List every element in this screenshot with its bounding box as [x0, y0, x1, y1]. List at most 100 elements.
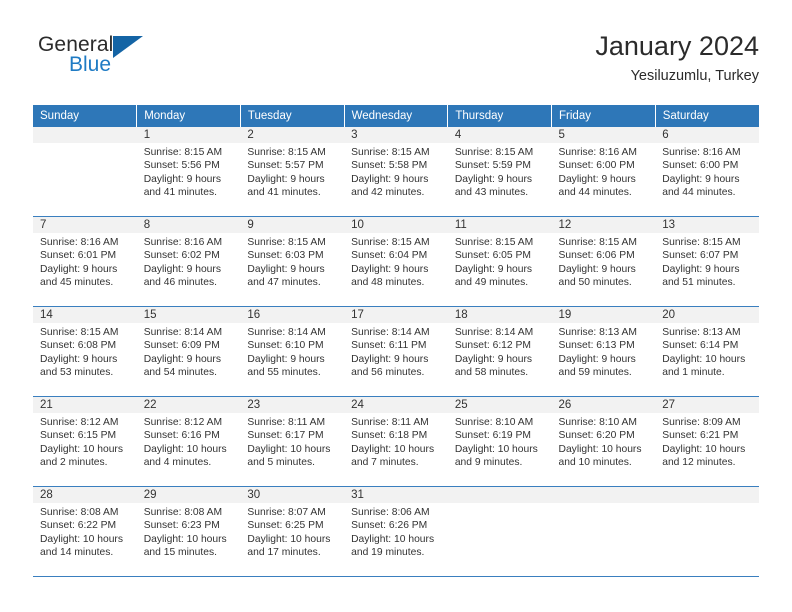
- calendar-day-cell[interactable]: 17 Sunrise: 8:14 AM Sunset: 6:11 PM Dayligh…: [344, 306, 448, 397]
- calendar-day-cell[interactable]: 21 Sunrise: 8:12 AM Sunset: 6:15 PM Dayligh…: [33, 396, 137, 487]
- daylight-duration-line1: Daylight: 9 hours: [558, 173, 636, 185]
- calendar-day-cell[interactable]: 1 Sunrise: 8:15 AM Sunset: 5:56 PM Daylight…: [136, 127, 241, 217]
- calendar-day-cell[interactable]: 5 Sunrise: 8:16 AM Sunset: 6:00 PM Daylight…: [551, 127, 656, 217]
- day-cell-content: 24 Sunrise: 8:11 AM Sunset: 6:18 PM Dayligh…: [344, 397, 448, 486]
- day-details: Sunrise: 8:07 AM Sunset: 6:25 PM Daylight:…: [240, 503, 344, 559]
- calendar-day-cell[interactable]: 7 Sunrise: 8:16 AM Sunset: 6:01 PM Daylight…: [33, 216, 137, 307]
- calendar-day-cell[interactable]: 11 Sunrise: 8:15 AM Sunset: 6:05 PM Dayligh…: [447, 216, 552, 307]
- calendar-day-cell[interactable]: 3 Sunrise: 8:15 AM Sunset: 5:58 PM Daylight…: [344, 127, 448, 217]
- calendar-day-cell[interactable]: 2 Sunrise: 8:15 AM Sunset: 5:57 PM Daylight…: [240, 127, 345, 217]
- triangle-logo-icon: [113, 36, 144, 58]
- sunrise-time: Sunrise: 8:12 AM: [143, 417, 223, 428]
- sunset-time: Sunset: 6:12 PM: [454, 340, 531, 352]
- sunrise-time: Sunrise: 8:12 AM: [40, 417, 119, 428]
- day-number: 11: [447, 217, 552, 233]
- day-number: 8: [136, 217, 241, 233]
- calendar-page: General Blue January 2024 Yesiluzumlu, T…: [0, 0, 792, 612]
- day-number: 22: [136, 397, 241, 413]
- daylight-duration-line2: and 45 minutes.: [40, 276, 114, 288]
- daylight-duration-line2: and 44 minutes.: [558, 186, 632, 198]
- calendar-day-cell[interactable]: 12 Sunrise: 8:15 AM Sunset: 6:06 PM Dayligh…: [551, 216, 656, 307]
- generalblue-logo[interactable]: General Blue: [38, 34, 238, 90]
- daylight-duration-line2: and 43 minutes.: [454, 186, 529, 198]
- calendar-day-cell[interactable]: 18 Sunrise: 8:14 AM Sunset: 6:12 PM Dayligh…: [447, 306, 552, 397]
- daylight-duration-line1: Daylight: 9 hours: [662, 173, 740, 185]
- sunrise-time: Sunrise: 8:15 AM: [351, 237, 430, 248]
- sunset-time: Sunset: 6:19 PM: [454, 430, 531, 442]
- calendar-day-cell[interactable]: 8 Sunrise: 8:16 AM Sunset: 6:02 PM Daylight…: [136, 216, 241, 307]
- daylight-duration-line2: and 9 minutes.: [454, 456, 523, 468]
- daylight-duration-line1: Daylight: 9 hours: [454, 353, 533, 365]
- sunrise-time: Sunrise: 8:15 AM: [662, 237, 741, 248]
- day-number: 5: [551, 127, 656, 143]
- calendar-day-cell[interactable]: 22 Sunrise: 8:12 AM Sunset: 6:16 PM Dayligh…: [136, 396, 241, 487]
- sunrise-time: Sunrise: 8:16 AM: [662, 147, 741, 158]
- sunset-time: Sunset: 6:00 PM: [558, 160, 635, 172]
- daylight-duration-line2: and 51 minutes.: [662, 276, 736, 288]
- calendar-day-cell[interactable]: 19 Sunrise: 8:13 AM Sunset: 6:13 PM Dayligh…: [551, 306, 656, 397]
- daylight-duration-line2: and 59 minutes.: [558, 366, 632, 378]
- daylight-duration-line1: Daylight: 9 hours: [662, 263, 740, 275]
- sunset-time: Sunset: 6:14 PM: [662, 340, 739, 352]
- sunrise-time: Sunrise: 8:15 AM: [351, 147, 430, 158]
- calendar-day-cell[interactable]: 6 Sunrise: 8:16 AM Sunset: 6:00 PM Daylight…: [655, 127, 759, 217]
- day-cell-content: 15 Sunrise: 8:14 AM Sunset: 6:09 PM Dayligh…: [136, 307, 241, 396]
- day-cell-content: 29 Sunrise: 8:08 AM Sunset: 6:23 PM Dayligh…: [136, 487, 241, 576]
- calendar-day-cell[interactable]: 28 Sunrise: 8:08 AM Sunset: 6:22 PM Dayligh…: [33, 486, 137, 577]
- calendar-day-cell[interactable]: 13 Sunrise: 8:15 AM Sunset: 6:07 PM Dayligh…: [655, 216, 759, 307]
- day-cell-content: 10 Sunrise: 8:15 AM Sunset: 6:04 PM Dayligh…: [344, 217, 448, 306]
- day-details: Sunrise: 8:15 AM Sunset: 6:05 PM Daylight:…: [448, 233, 552, 289]
- daylight-duration-line2: and 44 minutes.: [662, 186, 736, 198]
- calendar-day-cell[interactable]: 30 Sunrise: 8:07 AM Sunset: 6:25 PM Dayligh…: [240, 486, 345, 577]
- calendar-day-cell[interactable]: 10 Sunrise: 8:15 AM Sunset: 6:04 PM Dayligh…: [344, 216, 448, 307]
- day-cell-content: 21 Sunrise: 8:12 AM Sunset: 6:15 PM Dayligh…: [33, 397, 137, 486]
- sunrise-time: Sunrise: 8:14 AM: [247, 327, 326, 338]
- daylight-duration-line2: and 7 minutes.: [351, 456, 419, 468]
- day-number: [33, 127, 137, 143]
- day-details: Sunrise: 8:14 AM Sunset: 6:11 PM Daylight:…: [344, 323, 448, 379]
- day-number: 15: [136, 307, 241, 323]
- day-details: Sunrise: 8:15 AM Sunset: 6:06 PM Daylight:…: [552, 233, 656, 289]
- daylight-duration-line2: and 10 minutes.: [558, 456, 632, 468]
- daylight-duration-line1: Daylight: 10 hours: [40, 533, 123, 545]
- daylight-duration-line1: Daylight: 9 hours: [454, 263, 533, 275]
- calendar-day-cell[interactable]: 29 Sunrise: 8:08 AM Sunset: 6:23 PM Dayligh…: [136, 486, 241, 577]
- daylight-duration-line2: and 2 minutes.: [40, 456, 108, 468]
- day-details: Sunrise: 8:12 AM Sunset: 6:15 PM Daylight:…: [33, 413, 137, 469]
- day-details: Sunrise: 8:08 AM Sunset: 6:23 PM Daylight:…: [137, 503, 241, 559]
- daylight-duration-line2: and 54 minutes.: [143, 366, 217, 378]
- day-details: Sunrise: 8:15 AM Sunset: 5:58 PM Daylight:…: [344, 143, 448, 199]
- sunrise-time: Sunrise: 8:13 AM: [558, 327, 637, 338]
- day-number: 2: [240, 127, 345, 143]
- daylight-duration-line2: and 5 minutes.: [247, 456, 315, 468]
- day-details: Sunrise: 8:15 AM Sunset: 6:03 PM Daylight:…: [240, 233, 344, 289]
- day-cell-content: 11 Sunrise: 8:15 AM Sunset: 6:05 PM Dayligh…: [447, 217, 552, 306]
- sunset-time: Sunset: 6:07 PM: [662, 250, 739, 262]
- calendar-day-cell[interactable]: 16 Sunrise: 8:14 AM Sunset: 6:10 PM Dayligh…: [240, 306, 345, 397]
- day-cell-content: 2 Sunrise: 8:15 AM Sunset: 5:57 PM Daylight…: [240, 127, 345, 216]
- calendar-day-cell[interactable]: 9 Sunrise: 8:15 AM Sunset: 6:03 PM Daylight…: [240, 216, 345, 307]
- calendar-day-cell[interactable]: 25 Sunrise: 8:10 AM Sunset: 6:19 PM Dayligh…: [447, 396, 552, 487]
- sunset-time: Sunset: 6:05 PM: [454, 250, 531, 262]
- sunset-time: Sunset: 6:11 PM: [351, 340, 427, 352]
- calendar-day-cell[interactable]: 27 Sunrise: 8:09 AM Sunset: 6:21 PM Dayligh…: [655, 396, 759, 487]
- weekday-header-saturday: Saturday: [655, 105, 759, 127]
- calendar-day-cell[interactable]: 24 Sunrise: 8:11 AM Sunset: 6:18 PM Dayligh…: [344, 396, 448, 487]
- calendar-day-cell[interactable]: 4 Sunrise: 8:15 AM Sunset: 5:59 PM Daylight…: [447, 127, 552, 217]
- daylight-duration-line2: and 53 minutes.: [40, 366, 114, 378]
- calendar-day-cell[interactable]: 23 Sunrise: 8:11 AM Sunset: 6:17 PM Dayligh…: [240, 396, 345, 487]
- sunset-time: Sunset: 6:23 PM: [143, 520, 220, 532]
- sunset-time: Sunset: 6:13 PM: [558, 340, 635, 352]
- calendar-day-cell[interactable]: 14 Sunrise: 8:15 AM Sunset: 6:08 PM Dayligh…: [33, 306, 137, 397]
- day-cell-content: [33, 127, 137, 216]
- calendar-day-cell[interactable]: 20 Sunrise: 8:13 AM Sunset: 6:14 PM Dayligh…: [655, 306, 759, 397]
- sunrise-time: Sunrise: 8:15 AM: [454, 237, 534, 248]
- day-cell-content: 25 Sunrise: 8:10 AM Sunset: 6:19 PM Dayligh…: [447, 397, 552, 486]
- weekday-header-row: Sunday Monday Tuesday Wednesday Thursday Frid…: [33, 105, 759, 127]
- calendar-day-cell[interactable]: 15 Sunrise: 8:14 AM Sunset: 6:09 PM Dayligh…: [136, 306, 241, 397]
- calendar-day-cell[interactable]: 26 Sunrise: 8:10 AM Sunset: 6:20 PM Dayligh…: [551, 396, 656, 487]
- day-details: [655, 503, 759, 506]
- calendar-day-cell-empty: [447, 486, 552, 577]
- day-details: Sunrise: 8:15 AM Sunset: 5:57 PM Daylight:…: [240, 143, 344, 199]
- calendar-day-cell[interactable]: 31 Sunrise: 8:06 AM Sunset: 6:26 PM Dayligh…: [344, 486, 448, 577]
